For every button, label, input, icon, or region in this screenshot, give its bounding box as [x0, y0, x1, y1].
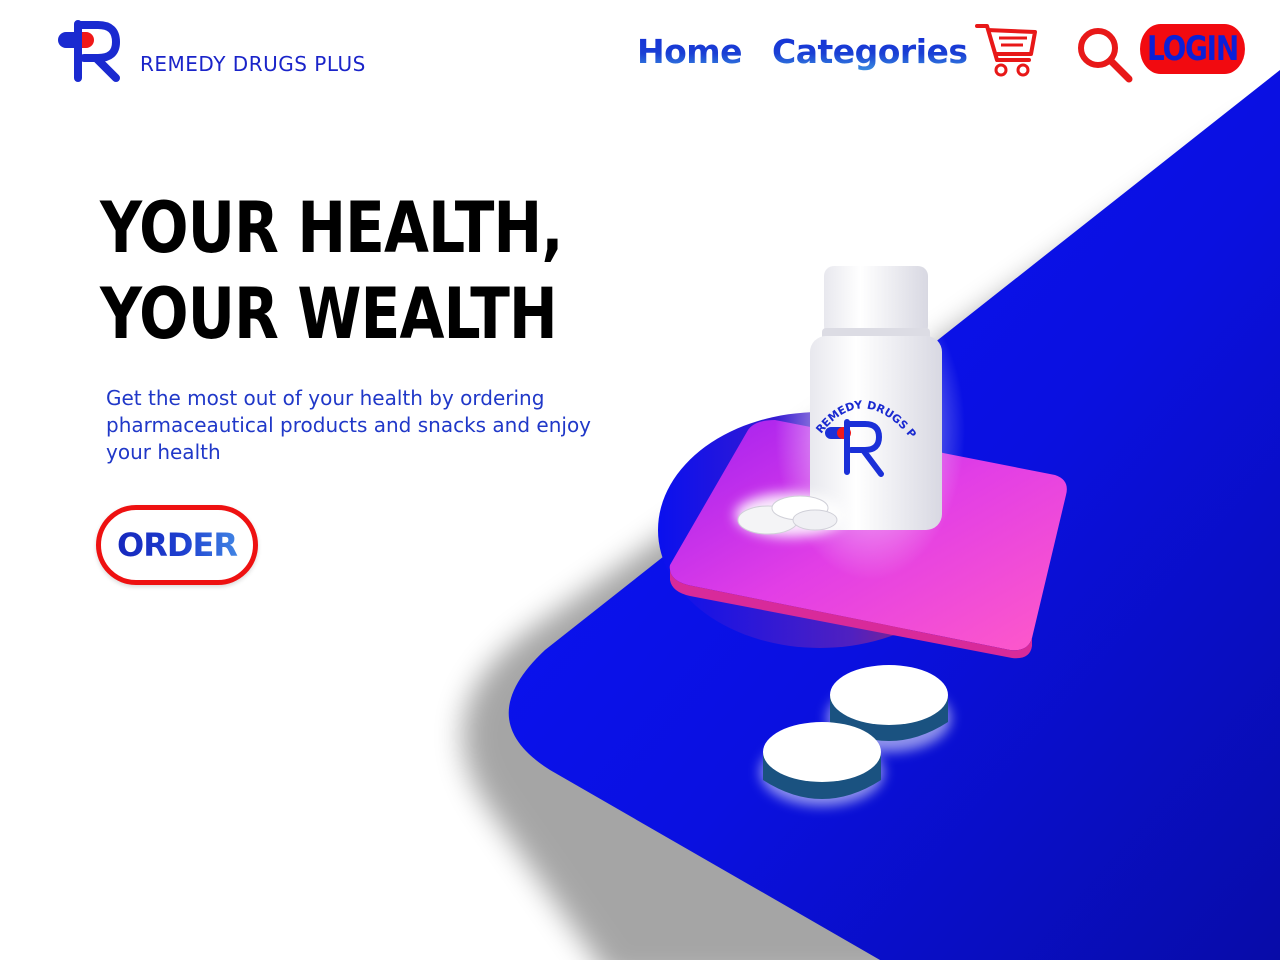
- nav-home-link[interactable]: Home: [637, 32, 743, 71]
- remedy-r-logo-icon[interactable]: [56, 20, 122, 82]
- hero-title: YOUR HEALTH, YOUR WEALTH: [100, 187, 563, 355]
- hero-description: Get the most out of your health by order…: [106, 386, 592, 464]
- nav-categories-link[interactable]: Categories: [772, 32, 968, 71]
- page: REMEDY DRUGS PLUS REMEDY DRUGS PLUS Home…: [0, 0, 1280, 960]
- search-icon[interactable]: [1076, 26, 1134, 84]
- order-button-label: ORDER: [101, 510, 253, 580]
- login-button[interactable]: LOGIN: [1140, 24, 1245, 74]
- tablet-front: [760, 722, 884, 806]
- brand-name: REMEDY DRUGS PLUS: [140, 52, 366, 76]
- cart-icon[interactable]: [975, 20, 1039, 78]
- hero-illustration: REMEDY DRUGS PLUS: [0, 0, 1280, 960]
- order-button[interactable]: ORDER: [96, 505, 258, 585]
